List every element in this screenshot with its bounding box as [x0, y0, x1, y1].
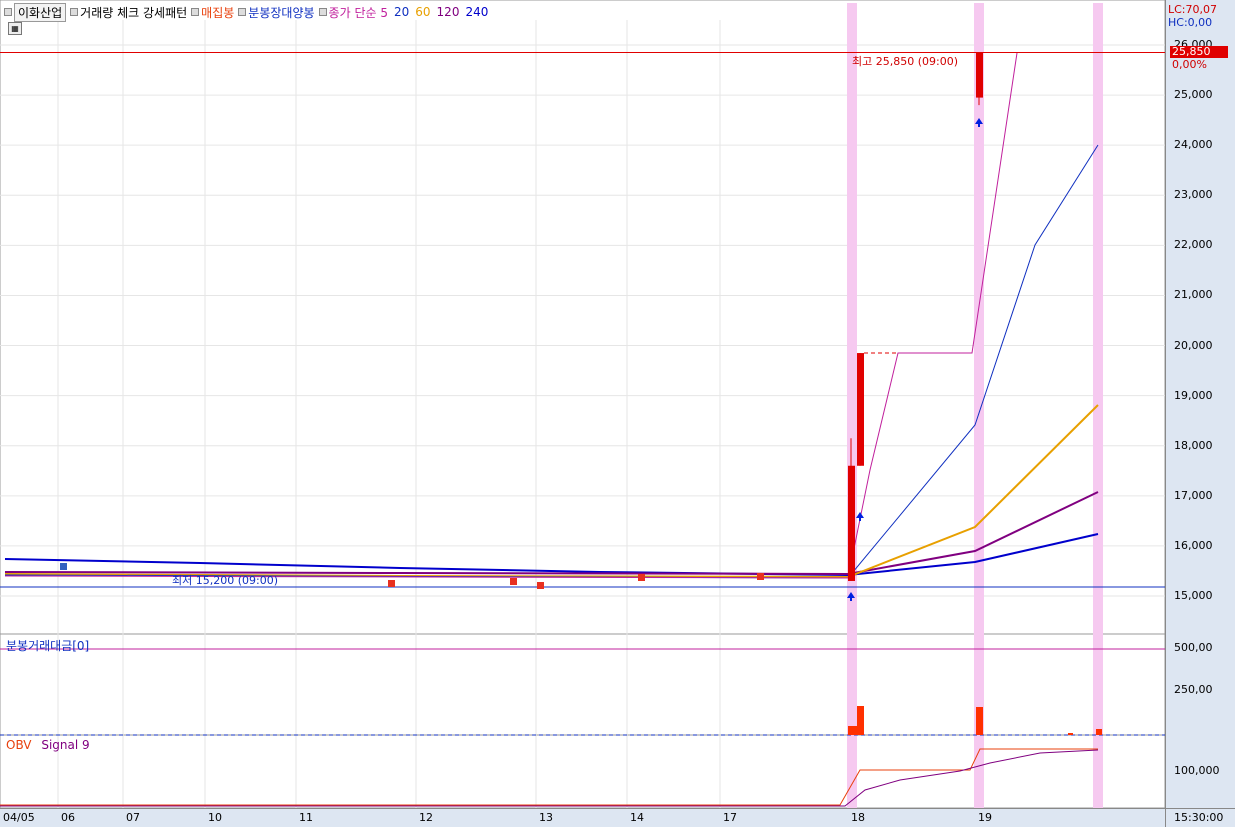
candle-body	[976, 52, 983, 98]
minor-candle	[638, 574, 645, 581]
highlight-band	[847, 3, 857, 808]
date-axis[interactable]: 04/05 06 07 10 11 12 13 14 17 18 19	[0, 808, 1165, 827]
price-tick-label: 21,000	[1174, 288, 1213, 302]
volume-bar	[1068, 733, 1073, 735]
price-tick-label: 17,000	[1174, 488, 1213, 502]
indicator-toggle-icon[interactable]	[238, 8, 247, 16]
indicator-toggle-icon[interactable]	[70, 8, 79, 16]
minor-candle	[388, 580, 395, 587]
obv-label: OBV	[6, 738, 32, 752]
volume-bar	[976, 707, 983, 735]
ma-120-label: 120	[436, 5, 460, 19]
obv-panel-legend[interactable]: OBV Signal 9	[6, 738, 90, 752]
ma-label: 종가 단순 5	[328, 5, 388, 20]
indicator-label: 분봉장대양봉	[248, 5, 315, 20]
date-tick-label: 18	[851, 811, 865, 824]
indicator-legend: 이화산업 거래량 체크 강세패턴 매집봉 분봉장대양봉 종가 단순 5 20 6…	[4, 2, 489, 22]
signal-label: Signal 9	[41, 738, 90, 752]
date-tick-label: 04/05	[3, 811, 35, 824]
date-tick-label: 11	[299, 811, 313, 824]
stock-toggle-icon[interactable]	[4, 8, 12, 16]
time-label: 15:30:00	[1165, 808, 1235, 827]
volume-bar	[1096, 729, 1102, 735]
minor-candle	[60, 563, 67, 570]
price-tick-label: 20,000	[1174, 338, 1213, 352]
date-tick-label: 14	[630, 811, 644, 824]
volume-panel-label[interactable]: 분봉거래대금[0]	[6, 637, 89, 654]
price-tick-label: 16,000	[1174, 538, 1213, 552]
hc-label: HC:0,00	[1168, 16, 1213, 29]
indicator-toggle-icon[interactable]	[191, 8, 200, 16]
indicator-label: 거래량 체크 강세패턴	[80, 5, 188, 20]
minor-candle	[757, 573, 764, 580]
legend-moving-average[interactable]: 종가 단순 5 20 60 120 240	[318, 4, 489, 21]
candle-body	[848, 465, 855, 581]
price-tick-label: 19,000	[1174, 388, 1213, 402]
legend-stock[interactable]: 이화산업	[4, 2, 67, 22]
ma-20-label: 20	[393, 5, 410, 19]
low-annotation: 최저 15,200 (09:00)	[172, 574, 279, 587]
ma-60-label: 60	[415, 5, 431, 19]
date-tick-label: 13	[539, 811, 553, 824]
price-tick-label: 23,000	[1174, 188, 1213, 202]
price-tick-label: 24,000	[1174, 138, 1213, 152]
legend-indicator-volume-check[interactable]: 거래량 체크 강세패턴	[70, 4, 187, 21]
minor-candle	[537, 582, 544, 589]
indicator-label: 매집봉	[201, 5, 235, 20]
stock-name[interactable]: 이화산업	[14, 2, 67, 22]
chart-window: 이화산업 거래량 체크 강세패턴 매집봉 분봉장대양봉 종가 단순 5 20 6…	[0, 0, 1235, 827]
lc-label: LC:70,07	[1168, 3, 1218, 16]
date-tick-label: 07	[126, 811, 140, 824]
price-axis[interactable]: LC:70,07 HC:0,00 26,000 25,000 24,000 23,00…	[1165, 0, 1235, 827]
price-tick-label: 22,000	[1174, 238, 1213, 252]
date-tick-label: 06	[61, 811, 75, 824]
obv-tick-100000: 100,000	[1174, 764, 1220, 777]
current-change: 0,00%	[1172, 58, 1207, 71]
date-tick-label: 17	[723, 811, 737, 824]
volume-bar	[848, 726, 857, 735]
current-price-badge: 25,850	[1170, 46, 1228, 58]
candle-body	[857, 353, 864, 466]
price-tick-label: 18,000	[1174, 438, 1213, 452]
volume-tick-250: 250,00	[1174, 683, 1213, 696]
obv-panel	[0, 734, 1165, 808]
legend-indicator-long-candle[interactable]: 분봉장대양봉	[238, 4, 315, 21]
price-tick-label: 25,000	[1174, 88, 1213, 102]
date-tick-label: 10	[208, 811, 222, 824]
calculator-icon[interactable]: ▦	[8, 22, 22, 35]
volume-bar	[857, 706, 864, 735]
date-tick-label: 19	[978, 811, 992, 824]
high-annotation: 최고 25,850 (09:00)	[852, 55, 959, 68]
volume-tick-500: 500,00	[1174, 641, 1213, 654]
indicator-toggle-icon[interactable]	[318, 8, 327, 16]
legend-indicator-accumulation[interactable]: 매집봉	[191, 4, 234, 21]
chart-canvas[interactable]	[0, 0, 1165, 808]
ma-240-label: 240	[465, 5, 489, 19]
minor-candle	[510, 578, 517, 585]
price-tick-label: 15,000	[1174, 589, 1213, 602]
date-tick-label: 12	[419, 811, 433, 824]
